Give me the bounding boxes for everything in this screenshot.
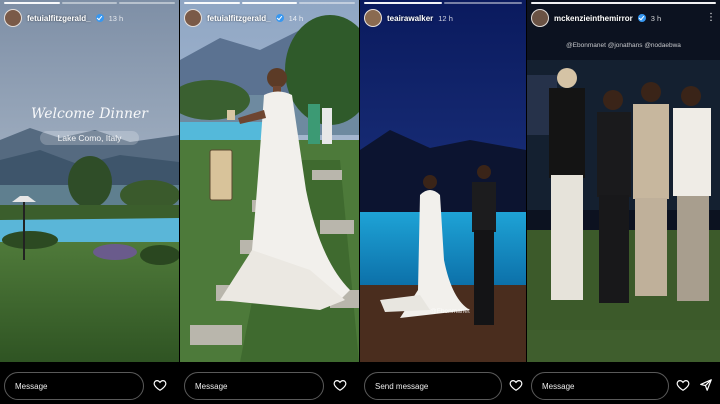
story-footer: Message: [180, 362, 359, 404]
story-photo-lake-como: [0, 0, 179, 362]
username[interactable]: teairawalker: [387, 14, 433, 23]
mention-tag[interactable]: @Ebonmanet: [430, 308, 526, 315]
message-input[interactable]: Message: [4, 372, 144, 400]
story-panel-1[interactable]: fetuialfitzgerald_ 13 h Welcome Dinner L…: [0, 0, 179, 404]
story-footer: Send message: [360, 362, 526, 404]
story-panel-4[interactable]: mckenzieinthemirror 3 h ⋮ @Ebonmanet @jo…: [527, 0, 720, 404]
story-overlay-title: Welcome Dinner: [30, 106, 148, 122]
story-header: mckenzieinthemirror 3 h ⋮: [531, 8, 716, 28]
more-options-icon[interactable]: ⋮: [706, 13, 716, 23]
heart-icon[interactable]: [333, 378, 347, 392]
message-input[interactable]: Message: [184, 372, 324, 400]
heart-icon[interactable]: [509, 378, 523, 392]
story-photo-group-men: [527, 0, 720, 362]
story-time: 3 h: [650, 13, 662, 23]
message-input[interactable]: Send message: [364, 372, 502, 400]
story-photo-white-gown: [180, 0, 359, 362]
heart-icon[interactable]: [676, 378, 690, 392]
send-icon[interactable]: [699, 378, 713, 392]
story-progress-bar: [360, 2, 526, 4]
story-progress-bar: [0, 2, 179, 4]
avatar[interactable]: [364, 9, 382, 27]
story-panel-3[interactable]: teairawalker 12 h @Ebonmanet Send messag…: [360, 0, 526, 404]
avatar[interactable]: [531, 9, 549, 27]
story-time: 12 h: [438, 13, 453, 23]
verified-badge-icon: [95, 14, 104, 22]
mention-tags[interactable]: @Ebonmanet @jonathans @nodaebwa: [527, 42, 720, 49]
username[interactable]: fetuialfitzgerald_: [207, 14, 271, 23]
heart-icon[interactable]: [153, 378, 167, 392]
avatar[interactable]: [184, 9, 202, 27]
location-sticker[interactable]: Lake Como, Italy: [40, 131, 139, 145]
story-time: 14 h: [288, 13, 304, 23]
message-input[interactable]: Message: [531, 372, 669, 400]
story-progress-bar: [527, 2, 720, 4]
verified-badge-icon: [275, 14, 284, 22]
story-time: 13 h: [108, 13, 124, 23]
username[interactable]: fetuialfitzgerald_: [27, 14, 91, 23]
story-header: fetuialfitzgerald_ 14 h: [184, 8, 355, 28]
story-footer: Message: [527, 362, 720, 404]
story-progress-bar: [180, 2, 359, 4]
story-footer: Message: [0, 362, 179, 404]
username[interactable]: mckenzieinthemirror: [554, 14, 633, 23]
verified-badge-icon: [637, 14, 646, 22]
avatar[interactable]: [4, 9, 22, 27]
story-panel-2[interactable]: fetuialfitzgerald_ 14 h Message: [180, 0, 359, 404]
story-header: teairawalker 12 h: [364, 8, 522, 28]
story-header: fetuialfitzgerald_ 13 h: [4, 8, 175, 28]
